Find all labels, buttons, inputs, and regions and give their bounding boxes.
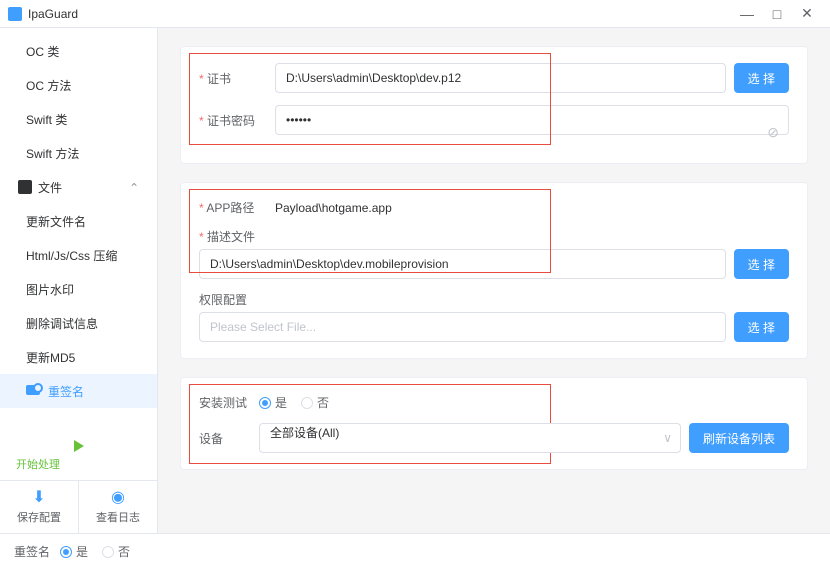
sidebar-item-swift-method[interactable]: Swift 方法 xyxy=(0,136,157,170)
sidebar-item-rename[interactable]: 更新文件名 xyxy=(0,204,157,238)
app-path-value: Payload\hotgame.app xyxy=(275,201,392,215)
window-close[interactable]: ✕ xyxy=(792,5,822,22)
sidebar-item-watermark[interactable]: 图片水印 xyxy=(0,272,157,306)
perm-select-button[interactable]: 选 择 xyxy=(734,312,789,342)
view-log-button[interactable]: ◉ 查看日志 xyxy=(78,481,157,533)
card-install: 安装测试 是 否 设备 全部设备(All) 刷新设备列表 xyxy=(180,377,808,470)
sidebar-group-files[interactable]: 文件 ⌄ xyxy=(0,170,157,204)
card-app: APP路径 Payload\hotgame.app 描述文件 选 择 权限配置 … xyxy=(180,182,808,359)
titlebar: IpaGuard — □ ✕ xyxy=(0,0,830,28)
install-label: 安装测试 xyxy=(199,394,259,411)
eye-off-icon[interactable]: ⊘ xyxy=(767,124,779,141)
footer-radio-yes[interactable]: 是 xyxy=(60,543,88,560)
cert-label: 证书 xyxy=(199,70,275,87)
device-label: 设备 xyxy=(199,430,259,447)
content: 证书 选 择 证书密码 ⊘ APP路径 Payload\hotgame.app … xyxy=(158,28,830,533)
app-icon xyxy=(8,7,22,21)
sidebar-item-oc-class[interactable]: OC 类 xyxy=(0,34,157,68)
cert-pwd-label: 证书密码 xyxy=(199,112,275,129)
app-title: IpaGuard xyxy=(28,7,78,21)
cert-input[interactable] xyxy=(275,63,726,93)
refresh-devices-button[interactable]: 刷新设备列表 xyxy=(689,423,789,453)
profile-input[interactable] xyxy=(199,249,726,279)
profile-label: 描述文件 xyxy=(199,228,275,245)
chevron-up-icon: ⌄ xyxy=(129,180,139,194)
sidebar-item-remove-debug[interactable]: 删除调试信息 xyxy=(0,306,157,340)
footer-resign-label: 重签名 xyxy=(14,543,50,560)
device-select[interactable]: 全部设备(All) xyxy=(259,423,681,453)
eye-icon: ◉ xyxy=(79,489,157,507)
window-maximize[interactable]: □ xyxy=(762,6,792,22)
start-button[interactable]: 开始处理 xyxy=(0,432,157,480)
play-icon xyxy=(74,440,84,452)
sidebar-item-swift-class[interactable]: Swift 类 xyxy=(0,102,157,136)
resign-icon xyxy=(26,384,42,398)
sidebar: OC 类 OC 方法 Swift 类 Swift 方法 文件 ⌄ 更新文件名 H… xyxy=(0,28,158,533)
sidebar-item-update-md5[interactable]: 更新MD5 xyxy=(0,340,157,374)
footer-radio-no[interactable]: 否 xyxy=(102,543,130,560)
card-certificate: 证书 选 择 证书密码 ⊘ xyxy=(180,46,808,164)
cert-select-button[interactable]: 选 择 xyxy=(734,63,789,93)
profile-select-button[interactable]: 选 择 xyxy=(734,249,789,279)
cert-pwd-input[interactable] xyxy=(275,105,789,135)
sidebar-item-oc-method[interactable]: OC 方法 xyxy=(0,68,157,102)
folder-icon xyxy=(18,180,32,194)
perm-input[interactable] xyxy=(199,312,726,342)
download-icon: ⬇ xyxy=(0,489,78,507)
sidebar-item-resign[interactable]: 重签名 xyxy=(0,374,157,408)
install-radio-yes[interactable]: 是 xyxy=(259,394,287,411)
perm-label: 权限配置 xyxy=(199,291,247,308)
install-radio-no[interactable]: 否 xyxy=(301,394,329,411)
footer: 重签名 是 否 xyxy=(0,533,830,569)
app-path-label: APP路径 xyxy=(199,199,275,216)
sidebar-item-compress[interactable]: Html/Js/Css 压缩 xyxy=(0,238,157,272)
save-config-button[interactable]: ⬇ 保存配置 xyxy=(0,481,78,533)
window-minimize[interactable]: — xyxy=(732,6,762,22)
